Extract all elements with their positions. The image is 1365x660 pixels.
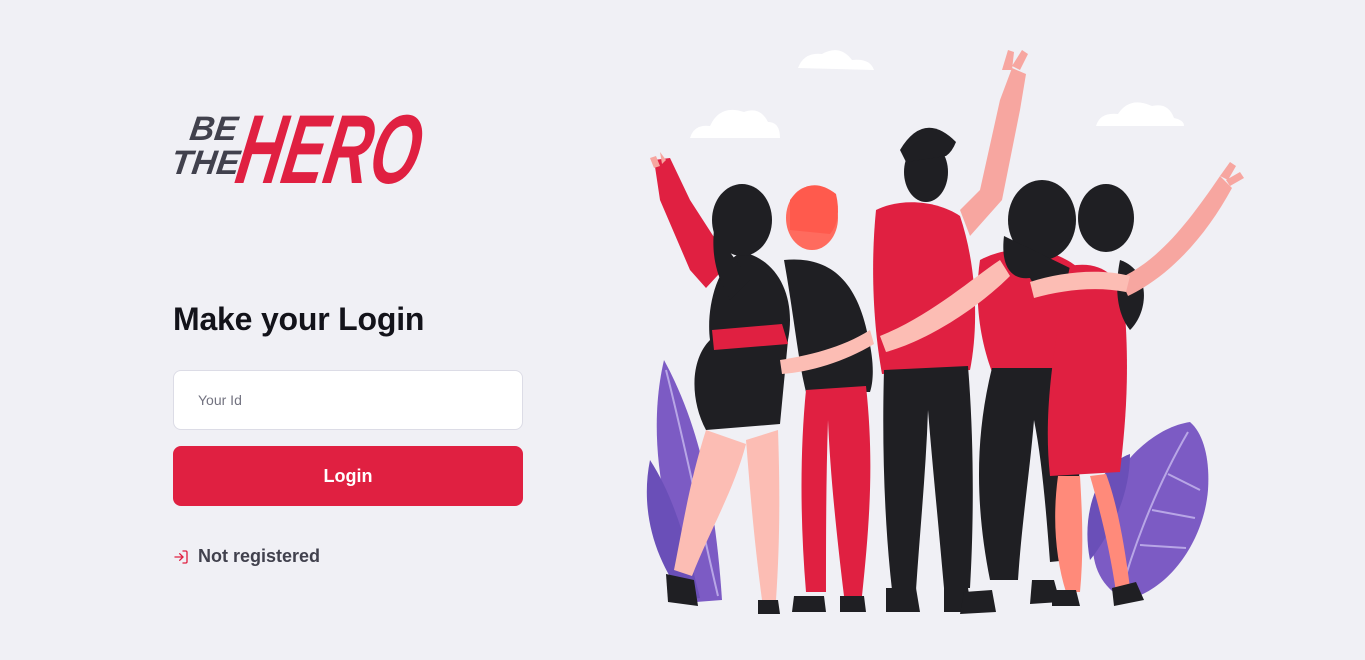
page-title: Make your Login [173, 301, 425, 337]
login-button[interactable]: Login [173, 446, 523, 506]
login-page: BE THE HERO Make your Login Login Not re… [0, 0, 1365, 660]
id-input[interactable] [173, 370, 523, 430]
log-in-icon [174, 549, 188, 564]
svg-text:HERO: HERO [230, 95, 428, 200]
svg-text:THE: THE [172, 144, 243, 182]
register-link[interactable]: Not registered [173, 546, 523, 567]
login-form: Make your Login Login Not registered [173, 298, 523, 567]
svg-text:BE: BE [188, 110, 242, 148]
be-the-hero-logo: BE THE HERO [172, 95, 428, 200]
person-2 [780, 185, 874, 612]
friends-illustration [646, 50, 1244, 614]
register-link-label: Not registered [198, 546, 321, 566]
cloud-icon [690, 50, 1184, 138]
